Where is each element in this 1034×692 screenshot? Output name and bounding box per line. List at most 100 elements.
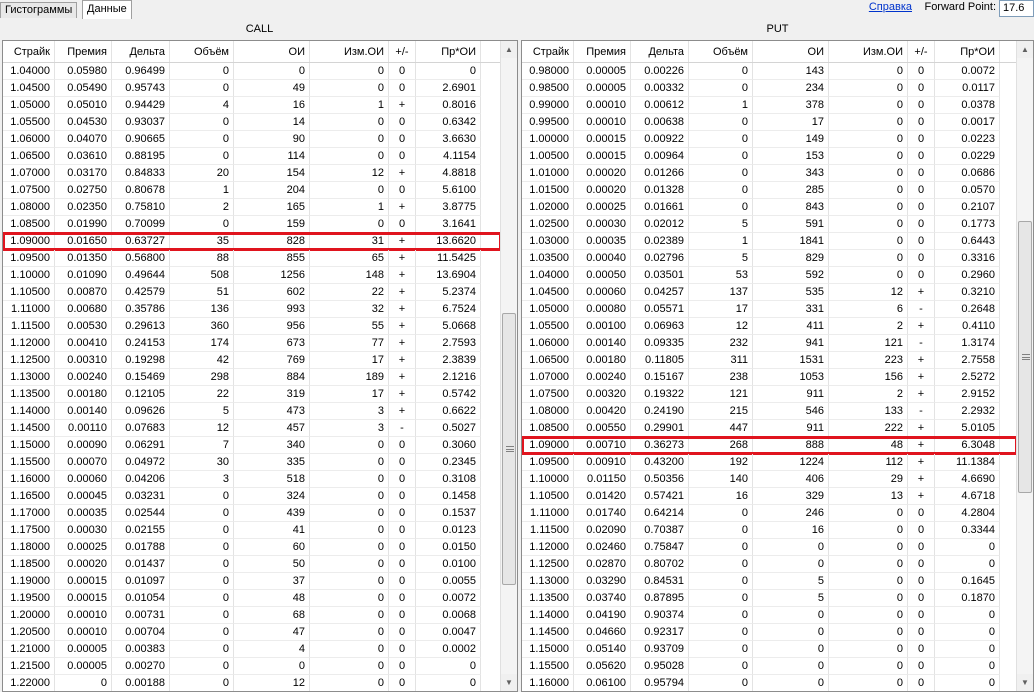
table-row[interactable]: 0.99000 0.00010 0.00612 1 378 0 0 0.0378 [522,97,1017,114]
column-header-premium[interactable]: Премия [574,41,631,62]
table-row[interactable]: 1.14500 0.04660 0.92317 0 0 0 0 0 [522,624,1017,641]
put-vertical-scrollbar[interactable]: ▲ ▼ [1016,41,1033,691]
scroll-down-arrow-icon[interactable]: ▼ [501,674,517,691]
scroll-thumb[interactable] [1018,221,1032,493]
table-row[interactable]: 1.11500 0.00530 0.29613 360 956 55 +5.0668 [3,318,501,335]
table-row[interactable]: 1.22000 0 0.00188 0 12 0 0 0 [3,675,501,691]
table-row[interactable]: 0.98500 0.00005 0.00332 0 234 0 0 0.0117 [522,80,1017,97]
call-table[interactable]: Страйк Премия Дельта Объём ОИ Изм.ОИ +/- Пр*ОИ … [2,40,518,692]
table-row[interactable]: 1.04500 0.05490 0.95743 0 49 0 0 2.6901 [3,80,501,97]
table-row[interactable]: 1.02500 0.00030 0.02012 5 591 0 0 0.1773 [522,216,1017,233]
table-row[interactable]: 1.09500 0.01350 0.56800 88 855 65 +11.5425 [3,250,501,267]
highlighted-table-row[interactable]: 1.09000 0.01650 0.63727 35 828 31 +13.6620 [3,232,501,251]
table-row[interactable]: 1.17000 0.00035 0.02544 0 439 0 0 0.1537 [3,505,501,522]
column-header-strike[interactable]: Страйк [522,41,574,62]
table-row[interactable]: 1.07000 0.00240 0.15167 238 1053 156 +2.5272 [522,369,1017,386]
table-row[interactable]: 1.10500 0.01420 0.57421 16 329 13 +4.6718 [522,488,1017,505]
table-row[interactable]: 1.11000 0.01740 0.64214 0 246 0 0 4.2804 [522,505,1017,522]
table-row[interactable]: 1.04000 0.00050 0.03501 53 592 0 0 0.2960 [522,267,1017,284]
table-row[interactable]: 1.15500 0.00070 0.04972 30 335 0 0 0.2345 [3,454,501,471]
put-table[interactable]: Страйк Премия Дельта Объём ОИ Изм.ОИ +/- Пр*ОИ … [521,40,1034,692]
table-row[interactable]: 1.16000 0.06100 0.95794 0 0 0 0 0 [522,675,1017,691]
table-row[interactable]: 1.09500 0.00910 0.43200 192 1224 112 +11.1384 [522,454,1017,471]
table-row[interactable]: 1.13500 0.00180 0.12105 22 319 17 +0.5742 [3,386,501,403]
table-row[interactable]: 1.06500 0.00180 0.11805 311 1531 223 +2.7558 [522,352,1017,369]
table-row[interactable]: 1.18500 0.00020 0.01437 0 50 0 0 0.0100 [3,556,501,573]
table-row[interactable]: 1.00000 0.00015 0.00922 0 149 0 0 0.0223 [522,131,1017,148]
table-row[interactable]: 1.06000 0.00140 0.09335 232 941 121-1.3174 [522,335,1017,352]
tab-histograms[interactable]: Гистограммы [0,2,78,18]
table-row[interactable]: 1.05000 0.00080 0.05571 17 331 6-0.2648 [522,301,1017,318]
column-header-delta[interactable]: Дельта [112,41,170,62]
column-header-strike[interactable]: Страйк [3,41,55,62]
table-row[interactable]: 1.20000 0.00010 0.00731 0 68 0 0 0.0068 [3,607,501,624]
table-row[interactable]: 1.08500 0.00550 0.29901 447 911 222 +5.0105 [522,420,1017,437]
table-row[interactable]: 1.07500 0.02750 0.80678 1 204 0 0 5.6100 [3,182,501,199]
table-row[interactable]: 1.07500 0.00320 0.19322 121 911 2 +2.9152 [522,386,1017,403]
table-row[interactable]: 1.08500 0.01990 0.70099 0 159 0 0 3.1641 [3,216,501,233]
table-row[interactable]: 1.16000 0.00060 0.04206 3 518 0 0 0.3108 [3,471,501,488]
column-header-delta[interactable]: Дельта [631,41,689,62]
table-row[interactable]: 0.98000 0.00005 0.00226 0 143 0 0 0.0072 [522,63,1017,80]
table-row[interactable]: 1.04000 0.05980 0.96499 0 0 0 0 0 [3,63,501,80]
table-row[interactable]: 1.19500 0.00015 0.01054 0 48 0 0 0.0072 [3,590,501,607]
table-row[interactable]: 1.04500 0.00060 0.04257 137 535 12 +0.3210 [522,284,1017,301]
column-header-oi[interactable]: ОИ [234,41,310,62]
table-row[interactable]: 1.13500 0.03740 0.87895 0 5 0 0 0.1870 [522,590,1017,607]
table-row[interactable]: 1.01000 0.00020 0.01266 0 343 0 0 0.0686 [522,165,1017,182]
table-row[interactable]: 1.11000 0.00680 0.35786 136 993 32 +6.7524 [3,301,501,318]
table-row[interactable]: 1.00500 0.00015 0.00964 0 153 0 0 0.0229 [522,148,1017,165]
table-row[interactable]: 1.12000 0.02460 0.75847 0 0 0 0 0 [522,539,1017,556]
table-row[interactable]: 1.18000 0.00025 0.01788 0 60 0 0 0.0150 [3,539,501,556]
table-row[interactable]: 1.15000 0.05140 0.93709 0 0 0 0 0 [522,641,1017,658]
table-row[interactable]: 1.05000 0.05010 0.94429 4 16 1 +0.8016 [3,97,501,114]
table-row[interactable]: 1.08000 0.00420 0.24190 215 546 133-2.2932 [522,403,1017,420]
table-row[interactable]: 1.14500 0.00110 0.07683 12 457 3-0.5027 [3,420,501,437]
scroll-up-arrow-icon[interactable]: ▲ [1017,41,1033,58]
table-row[interactable]: 1.08000 0.02350 0.75810 2 165 1 +3.8775 [3,199,501,216]
table-row[interactable]: 1.16500 0.00045 0.03231 0 324 0 0 0.1458 [3,488,501,505]
column-header-premium[interactable]: Премия [55,41,112,62]
column-header-volume[interactable]: Объём [689,41,753,62]
table-row[interactable]: 1.11500 0.02090 0.70387 0 16 0 0 0.3344 [522,522,1017,539]
table-row[interactable]: 1.21000 0.00005 0.00383 0 4 0 0 0.0002 [3,641,501,658]
table-row[interactable]: 0.99500 0.00010 0.00638 0 17 0 0 0.0017 [522,114,1017,131]
table-row[interactable]: 1.12500 0.00310 0.19298 42 769 17 +2.3839 [3,352,501,369]
scroll-up-arrow-icon[interactable]: ▲ [501,41,517,58]
highlighted-table-row[interactable]: 1.09000 0.00710 0.36273 268 888 48 +6.3048 [522,436,1017,455]
table-row[interactable]: 1.21500 0.00005 0.00270 0 0 0 0 0 [3,658,501,675]
forward-point-input[interactable]: 17.6 [999,0,1034,17]
table-row[interactable]: 1.06000 0.04070 0.90665 0 90 0 0 3.6630 [3,131,501,148]
table-row[interactable]: 1.14000 0.04190 0.90374 0 0 0 0 0 [522,607,1017,624]
column-header-oi-change[interactable]: Изм.ОИ [829,41,908,62]
tab-data[interactable]: Данные [82,0,132,19]
call-vertical-scrollbar[interactable]: ▲ ▼ [500,41,517,691]
column-header-oi-change[interactable]: Изм.ОИ [310,41,389,62]
table-row[interactable]: 1.15500 0.05620 0.95028 0 0 0 0 0 [522,658,1017,675]
column-header-volume[interactable]: Объём [170,41,234,62]
table-row[interactable]: 1.05500 0.04530 0.93037 0 14 0 0 0.6342 [3,114,501,131]
table-row[interactable]: 1.03000 0.00035 0.02389 1 1841 0 0 0.6443 [522,233,1017,250]
table-row[interactable]: 1.17500 0.00030 0.02155 0 41 0 0 0.0123 [3,522,501,539]
scroll-down-arrow-icon[interactable]: ▼ [1017,674,1033,691]
column-header-premium-x-oi[interactable]: Пр*ОИ [935,41,1000,62]
table-row[interactable]: 1.20500 0.00010 0.00704 0 47 0 0 0.0047 [3,624,501,641]
table-row[interactable]: 1.10500 0.00870 0.42579 51 602 22 +5.2374 [3,284,501,301]
table-row[interactable]: 1.06500 0.03610 0.88195 0 114 0 0 4.1154 [3,148,501,165]
help-link[interactable]: Справка [869,1,912,13]
column-header-sign[interactable]: +/- [389,41,416,62]
table-row[interactable]: 1.14000 0.00140 0.09626 5 473 3 +0.6622 [3,403,501,420]
column-header-oi[interactable]: ОИ [753,41,829,62]
table-row[interactable]: 1.10000 0.01150 0.50356 140 406 29 +4.6690 [522,471,1017,488]
table-row[interactable]: 1.10000 0.01090 0.49644 508 1256 148 +13.6904 [3,267,501,284]
column-header-sign[interactable]: +/- [908,41,935,62]
table-row[interactable]: 1.03500 0.00040 0.02796 5 829 0 0 0.3316 [522,250,1017,267]
table-row[interactable]: 1.13000 0.00240 0.15469 298 884 189 +2.1216 [3,369,501,386]
scroll-thumb[interactable] [502,313,516,585]
column-header-premium-x-oi[interactable]: Пр*ОИ [416,41,481,62]
table-row[interactable]: 1.02000 0.00025 0.01661 0 843 0 0 0.2107 [522,199,1017,216]
table-row[interactable]: 1.15000 0.00090 0.06291 7 340 0 0 0.3060 [3,437,501,454]
table-row[interactable]: 1.19000 0.00015 0.01097 0 37 0 0 0.0055 [3,573,501,590]
table-row[interactable]: 1.12500 0.02870 0.80702 0 0 0 0 0 [522,556,1017,573]
table-row[interactable]: 1.01500 0.00020 0.01328 0 285 0 0 0.0570 [522,182,1017,199]
